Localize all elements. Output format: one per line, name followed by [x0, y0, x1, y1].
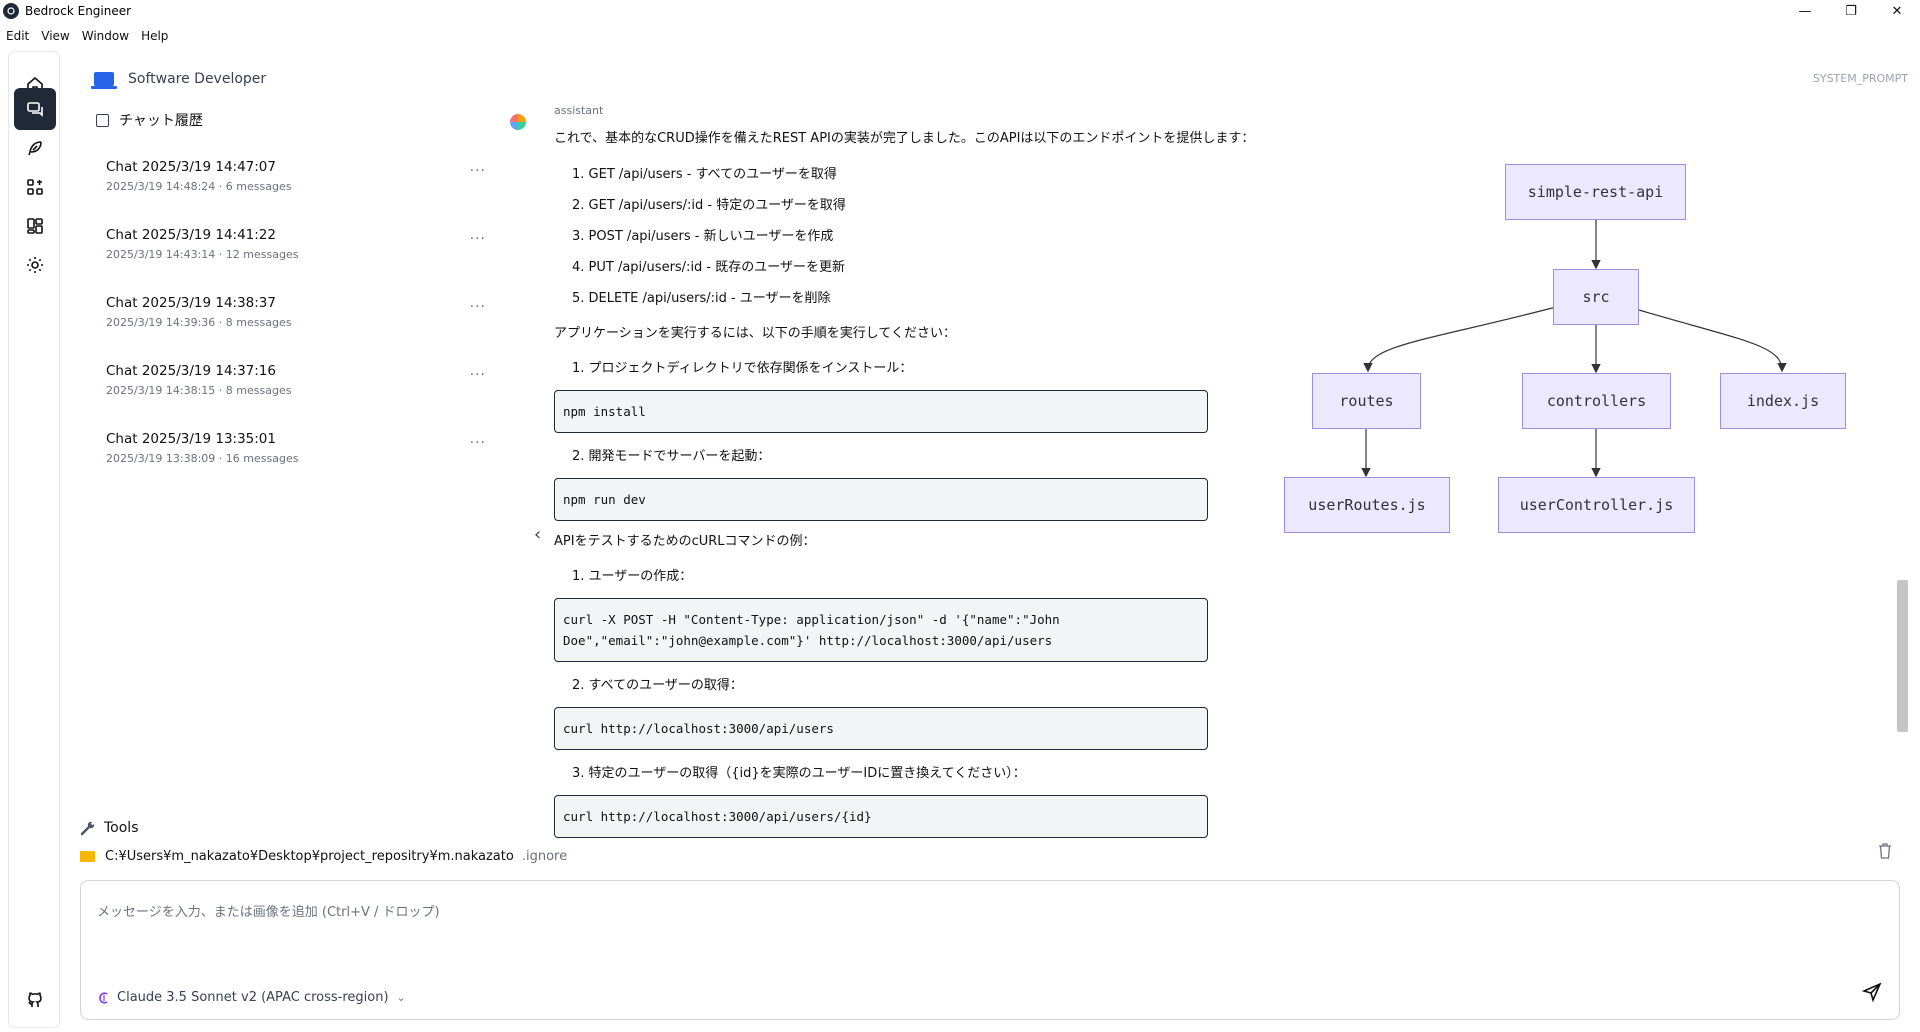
node-userController-js: userController.js — [1498, 477, 1695, 533]
laptop-icon — [91, 72, 117, 89]
code-block: npm run dev — [554, 478, 1208, 521]
nav-feather-button[interactable] — [14, 127, 56, 169]
chat-title: Chat 2025/3/19 14:47:07 — [106, 159, 276, 175]
list-item: 2. GET /api/users/:id - 特定のユーザーを取得 — [572, 198, 846, 213]
chat-list-item[interactable]: Chat 2025/3/19 14:41:22 2025/3/19 14:43:… — [106, 227, 486, 283]
more-options-icon[interactable]: ··· — [470, 299, 486, 315]
model-name: Claude 3.5 Sonnet v2 (APAC cross-region) — [117, 990, 389, 1005]
chat-subtitle: 2025/3/19 14:43:14 · 12 messages — [106, 248, 299, 261]
node-src: src — [1553, 269, 1639, 325]
node-index-js: index.js — [1720, 373, 1846, 429]
node-simple-rest-api: simple-rest-api — [1505, 164, 1686, 220]
maximize-button[interactable]: ❐ — [1828, 0, 1874, 22]
menu-window[interactable]: Window — [76, 26, 135, 46]
menu-edit[interactable]: Edit — [0, 26, 35, 46]
more-options-icon[interactable]: ··· — [470, 163, 486, 179]
chat-title: Chat 2025/3/19 14:41:22 — [106, 227, 276, 243]
code-block: curl http://localhost:3000/api/users/{id… — [554, 795, 1208, 838]
github-button[interactable] — [14, 979, 56, 1021]
chat-history-header: チャット履歴 — [96, 110, 203, 130]
send-icon[interactable] — [1861, 981, 1883, 1003]
list-item: 1. プロジェクトディレクトリで依存関係をインストール： — [572, 361, 913, 376]
assistant-avatar — [510, 114, 526, 130]
list-item: 3. 特定のユーザーの取得（{id}を実際のユーザーIDに置き換えてください）： — [572, 766, 1026, 781]
tools-toggle[interactable]: Tools — [80, 820, 139, 836]
feather-icon — [28, 141, 42, 156]
list-item: 2. すべてのユーザーの取得： — [572, 678, 743, 693]
more-options-icon[interactable]: ··· — [470, 231, 486, 247]
title-bar: Bedrock Engineer — ❐ ✕ — [0, 0, 1920, 22]
list-item: 5. DELETE /api/users/:id - ユーザーを削除 — [572, 291, 831, 306]
scrollbar-thumb[interactable] — [1897, 580, 1908, 732]
more-options-icon[interactable]: ··· — [470, 435, 486, 451]
ignore-link[interactable]: .ignore — [522, 849, 567, 864]
chat-subtitle: 2025/3/19 13:38:09 · 16 messages — [106, 452, 299, 465]
folder-icon — [80, 851, 95, 862]
chevron-down-icon: ⌄ — [396, 991, 406, 1004]
collapse-sidebar-icon[interactable]: ‹ — [534, 524, 541, 545]
claude-icon — [99, 991, 108, 1004]
nav-agents-button[interactable] — [14, 166, 56, 208]
message-role: assistant — [554, 104, 604, 117]
project-path[interactable]: C:¥Users¥m_nakazato¥Desktop¥project_repo… — [80, 849, 567, 864]
code-block: npm install — [554, 390, 1208, 433]
chat-title: Chat 2025/3/19 14:38:37 — [106, 295, 276, 311]
minimize-button[interactable]: — — [1782, 0, 1828, 22]
system-prompt-link[interactable]: SYSTEM_PROMPT — [1813, 72, 1908, 85]
message-composer[interactable]: メッセージを入力、または画像を追加 (Ctrl+V / ドロップ) Claude… — [80, 880, 1900, 1020]
list-item: 1. ユーザーの作成： — [572, 569, 693, 584]
message-intro: これで、基本的なCRUD操作を備えたREST APIの実装が完了しました。このA… — [554, 131, 1255, 146]
chat-subtitle: 2025/3/19 14:48:24 · 6 messages — [106, 180, 292, 193]
code-block: curl http://localhost:3000/api/users — [554, 707, 1208, 750]
trash-icon[interactable] — [1878, 843, 1892, 859]
tools-label: Tools — [104, 820, 139, 836]
persona-name: Software Developer — [128, 71, 267, 87]
project-path-text: C:¥Users¥m_nakazato¥Desktop¥project_repo… — [105, 849, 514, 864]
node-routes: routes — [1312, 373, 1421, 429]
menu-bar: Edit View Window Help — [0, 26, 174, 46]
close-button[interactable]: ✕ — [1874, 0, 1920, 22]
list-item: 2. 開発モードでサーバーを起動： — [572, 449, 771, 464]
settings-icon — [27, 257, 43, 273]
archive-icon — [96, 113, 109, 127]
persona-selector[interactable]: Software Developer — [91, 71, 267, 89]
chat-list-item[interactable]: Chat 2025/3/19 14:38:37 2025/3/19 14:39:… — [106, 295, 486, 351]
chat-icon — [27, 102, 43, 117]
chat-list-item[interactable]: Chat 2025/3/19 14:47:07 2025/3/19 14:48:… — [106, 159, 486, 215]
chat-sidebar: Software Developer チャット履歴 Chat 2025/3/19… — [60, 50, 541, 810]
menu-help[interactable]: Help — [135, 26, 174, 46]
curl-intro: APIをテストするためのcURLコマンドの例： — [554, 534, 816, 549]
node-controllers: controllers — [1522, 373, 1671, 429]
nav-chat-button[interactable] — [14, 88, 56, 130]
message-input[interactable]: メッセージを入力、または画像を追加 (Ctrl+V / ドロップ) — [97, 901, 440, 920]
nav-rail — [8, 51, 60, 1028]
chat-list-item[interactable]: Chat 2025/3/19 13:35:01 2025/3/19 13:38:… — [106, 431, 486, 487]
run-intro: アプリケーションを実行するには、以下の手順を実行してください： — [554, 326, 956, 341]
layout-icon — [27, 218, 43, 234]
chat-subtitle: 2025/3/19 14:39:36 · 8 messages — [106, 316, 292, 329]
directory-tree-diagram: simple-rest-api src routes controllers i… — [1280, 160, 1860, 540]
list-item: 1. GET /api/users - すべてのユーザーを取得 — [572, 167, 837, 182]
menu-view[interactable]: View — [35, 26, 75, 46]
list-item: 3. POST /api/users - 新しいユーザーを作成 — [572, 229, 834, 244]
nav-settings-button[interactable] — [14, 244, 56, 286]
chat-title: Chat 2025/3/19 13:35:01 — [106, 431, 276, 447]
wrench-icon — [80, 821, 95, 836]
message-scrollbar[interactable] — [1898, 100, 1910, 852]
chat-history-label: チャット履歴 — [119, 113, 203, 129]
list-item: 4. PUT /api/users/:id - 既存のユーザーを更新 — [572, 260, 846, 275]
app-logo-icon — [3, 3, 19, 19]
chat-list-item[interactable]: Chat 2025/3/19 14:37:16 2025/3/19 14:38:… — [106, 363, 486, 419]
code-block: curl -X POST -H "Content-Type: applicati… — [554, 598, 1208, 662]
agents-icon — [27, 179, 43, 195]
chat-subtitle: 2025/3/19 14:38:15 · 8 messages — [106, 384, 292, 397]
window-title: Bedrock Engineer — [25, 4, 132, 18]
github-icon — [28, 992, 42, 1007]
chat-title: Chat 2025/3/19 14:37:16 — [106, 363, 276, 379]
node-userRoutes-js: userRoutes.js — [1284, 477, 1450, 533]
model-selector[interactable]: Claude 3.5 Sonnet v2 (APAC cross-region)… — [97, 990, 406, 1005]
more-options-icon[interactable]: ··· — [470, 367, 486, 383]
nav-layout-button[interactable] — [14, 205, 56, 247]
